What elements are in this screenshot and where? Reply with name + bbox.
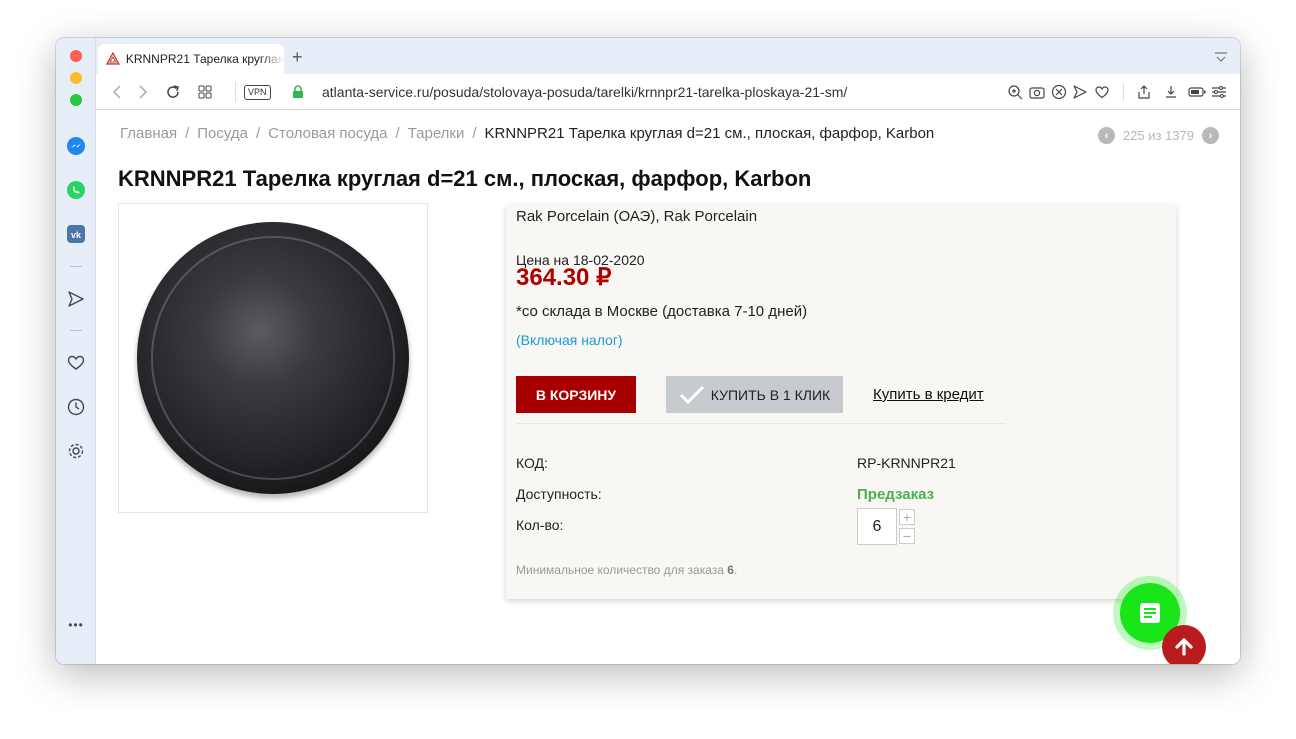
tab-bar: KRNNPR21 Тарелка круглая d=21 см., плоск… [96, 38, 1240, 74]
close-window-button[interactable] [70, 50, 82, 62]
page-title: KRNNPR21 Тарелка круглая d=21 см., плоск… [118, 166, 812, 191]
snapshot-camera-icon[interactable] [1028, 83, 1046, 101]
browser-sidebar: vk ••• [56, 38, 96, 664]
next-product-icon[interactable]: › [1202, 127, 1219, 144]
svg-text:vk: vk [71, 230, 82, 240]
min-qty-text: Минимальное количество для заказа [516, 563, 728, 577]
product-image[interactable] [118, 203, 428, 513]
breadcrumb-separator: / [472, 125, 477, 142]
quantity-label: Кол-во: [516, 517, 564, 533]
quantity-decrement-button[interactable]: − [899, 528, 915, 544]
min-quantity-note: Минимальное количество для заказа 6. [516, 563, 737, 577]
sidebar-divider [70, 330, 82, 331]
download-icon[interactable] [1162, 83, 1180, 101]
scroll-to-top-button[interactable] [1162, 625, 1206, 664]
quantity-input[interactable]: 6 [857, 508, 897, 545]
quantity-increment-button[interactable]: + [899, 509, 915, 525]
price: 364.30 ₽ [516, 264, 612, 291]
breadcrumb-separator: / [185, 125, 190, 142]
breadcrumb-separator: / [395, 125, 400, 142]
add-to-cart-button[interactable]: В КОРЗИНУ [516, 376, 636, 413]
buy-one-click-label: КУПИТЬ В 1 КЛИК [710, 386, 831, 403]
breadcrumb-plates[interactable]: Тарелки [408, 125, 465, 142]
speed-dial-icon[interactable] [196, 83, 214, 101]
bookmark-heart-icon[interactable] [1093, 83, 1111, 101]
min-qty-suffix: . [733, 563, 738, 577]
breadcrumb-current: KRNNPR21 Тарелка круглая d=21 см., плоск… [484, 125, 935, 142]
more-icon[interactable]: ••• [64, 613, 88, 637]
availability-value: Предзаказ [857, 486, 935, 503]
tab-title: KRNNPR21 Тарелка круглая d=21 см., плоск… [125, 52, 284, 66]
toolbar-divider [235, 82, 236, 102]
buy-on-credit-link[interactable]: Купить в кредит [873, 386, 984, 403]
address-bar: VPN atlanta-service.ru/posuda/stolovaya-… [96, 74, 1240, 110]
toolbar-divider [1123, 83, 1124, 101]
min-qty-value: 6 [727, 563, 734, 577]
lock-icon[interactable] [289, 83, 307, 101]
settings-gear-icon[interactable] [64, 439, 88, 463]
easy-setup-icon[interactable] [1210, 83, 1228, 101]
more-label: ••• [68, 618, 84, 632]
breadcrumb: Главная / Посуда / Столовая посуда / Тарелки / K… [120, 125, 934, 142]
minimize-window-button[interactable] [70, 72, 82, 84]
code-value: RP-KRNNPR21 [857, 455, 956, 471]
heart-icon[interactable] [64, 351, 88, 375]
battery-icon[interactable] [1188, 83, 1206, 101]
plate-image [137, 222, 409, 494]
share-icon[interactable] [1135, 83, 1153, 101]
tab-menu-icon[interactable] [1214, 50, 1228, 68]
checkmark-icon [679, 385, 704, 404]
manufacturer: Rak Porcelain (ОАЭ), Rak Porcelain [516, 208, 758, 225]
history-clock-icon[interactable] [64, 395, 88, 419]
form-document-icon [1140, 603, 1160, 623]
new-tab-button[interactable]: + [292, 47, 303, 68]
pager-text: 225 из 1379 [1122, 128, 1194, 143]
prev-product-icon[interactable]: ‹ [1097, 127, 1115, 144]
page-content: Главная / Посуда / Столовая посуда / Тарелки / K… [96, 110, 1240, 664]
zoom-icon[interactable] [1006, 83, 1024, 101]
buy-one-click-button[interactable]: КУПИТЬ В 1 КЛИК [666, 376, 843, 413]
breadcrumb-home[interactable]: Главная [120, 125, 177, 142]
stock-note: *со склада в Москве (доставка 7-10 дней) [516, 303, 808, 320]
send-icon[interactable] [64, 287, 88, 311]
site-favicon-icon [106, 52, 120, 65]
block-ads-icon[interactable] [1050, 83, 1068, 101]
messenger-icon[interactable] [64, 134, 88, 158]
url-field[interactable]: atlanta-service.ru/posuda/stolovaya-posu… [322, 84, 847, 100]
sidebar-divider [70, 266, 82, 267]
vpn-badge[interactable]: VPN [244, 85, 271, 100]
breadcrumb-tableware[interactable]: Столовая посуда [268, 125, 387, 142]
vk-icon[interactable]: vk [64, 222, 88, 246]
browser-window: vk ••• KRNNPR21 Тарелка круглая d=21 см.… [56, 38, 1240, 664]
arrow-up-icon [1175, 638, 1193, 656]
product-info-panel: Rak Porcelain (ОАЭ), Rak Porcelain Цена … [506, 205, 1176, 599]
whatsapp-icon[interactable] [64, 178, 88, 202]
tax-note-link[interactable]: (Включая налог) [516, 332, 623, 348]
forward-icon[interactable] [134, 83, 152, 101]
send-page-icon[interactable] [1071, 83, 1089, 101]
browser-tab[interactable]: KRNNPR21 Тарелка круглая d=21 см., плоск… [98, 44, 284, 74]
zoom-window-button[interactable] [70, 94, 82, 106]
divider [516, 423, 1006, 424]
back-icon[interactable] [108, 83, 126, 101]
breadcrumb-separator: / [256, 125, 261, 142]
reload-icon[interactable] [164, 83, 182, 101]
breadcrumb-dishes[interactable]: Посуда [197, 125, 248, 142]
product-pager: ‹ 225 из 1379 › [1097, 127, 1219, 144]
availability-label: Доступность: [516, 486, 602, 502]
code-label: КОД: [516, 455, 548, 471]
